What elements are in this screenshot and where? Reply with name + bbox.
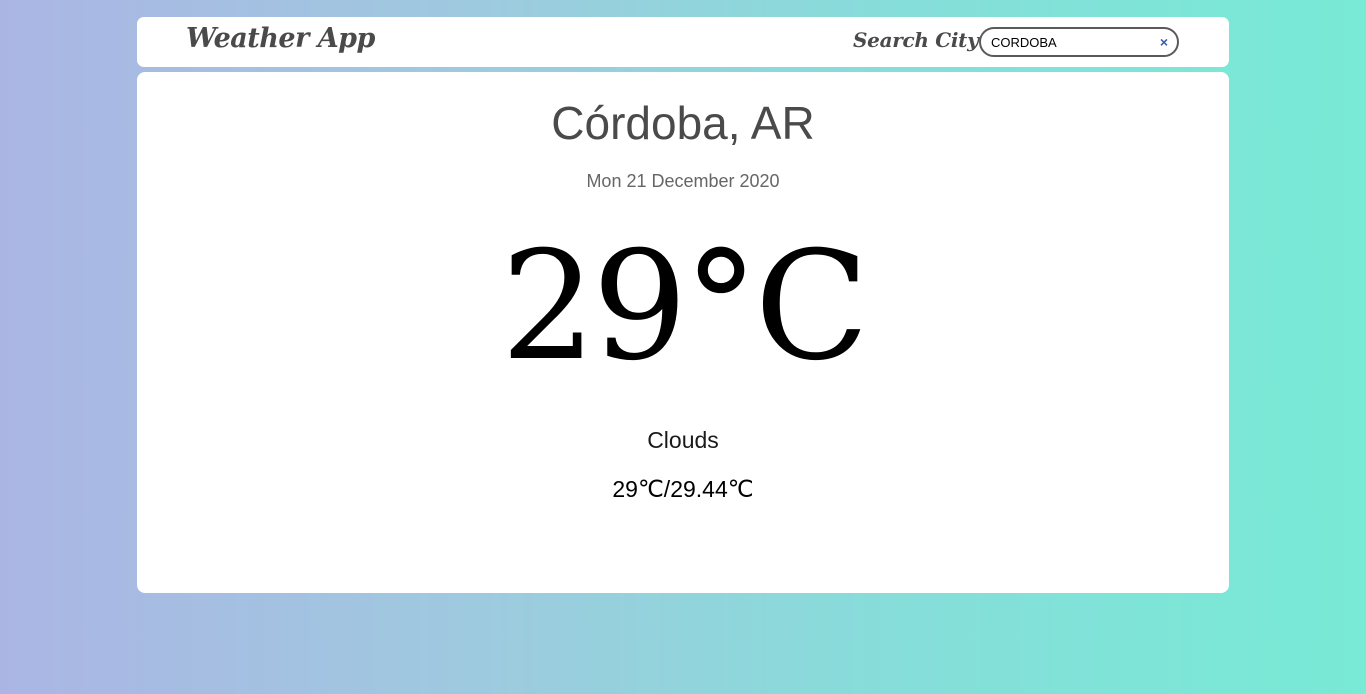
app-title: Weather App — [186, 23, 375, 54]
city-name: Córdoba, AR — [551, 97, 815, 149]
current-temperature: 29°C — [500, 220, 870, 394]
search-input[interactable] — [991, 33, 1161, 52]
min-max-temperature: 29℃/29.44℃ — [612, 476, 754, 502]
clear-icon[interactable]: × — [1157, 34, 1171, 50]
weather-condition: Clouds — [647, 427, 719, 453]
search-label: Search City: — [853, 28, 986, 52]
search-box[interactable]: × — [979, 27, 1179, 57]
header-bar: Weather App Search City: × — [137, 17, 1229, 67]
date-text: Mon 21 December 2020 — [586, 171, 780, 191]
weather-card: Córdoba, AR Mon 21 December 2020 29°C Cl… — [137, 72, 1229, 593]
